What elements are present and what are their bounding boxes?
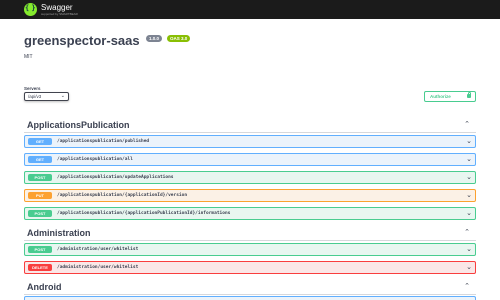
tag-header-applicationspublication[interactable]: ApplicationsPublication ⌃	[24, 118, 476, 133]
operation-path: /applicationspublication/updateApplicati…	[57, 175, 174, 180]
operation-row[interactable]: POST /applicationspublication/updateAppl…	[24, 171, 476, 184]
oas-badge: OAS 3.0	[167, 35, 191, 42]
chevron-down-icon: ⌄	[466, 210, 472, 217]
operation-path: /applicationspublication/published	[57, 139, 150, 144]
logo-subtitle: supported by SMARTBEAR	[41, 11, 78, 16]
chevron-up-icon: ⌃	[464, 283, 470, 290]
tag-section-android: Android ⌃	[24, 280, 476, 295]
chevron-down-icon: ⌄	[466, 138, 472, 145]
api-title: greenspector-saas	[24, 33, 140, 48]
version-badge: 1.0.0	[146, 35, 163, 42]
authorize-label: Authorize	[430, 94, 451, 99]
chevron-up-icon: ⌃	[464, 121, 470, 128]
method-badge: GET	[28, 138, 52, 145]
servers-label: Servers	[24, 86, 41, 91]
operation-row[interactable]: GET /applicationspublication/published ⌄	[24, 135, 476, 148]
method-badge: POST	[28, 210, 52, 217]
tag-section-applicationspublication: ApplicationsPublication ⌃	[24, 118, 476, 133]
operation-row[interactable]: DELETE /administration/user/whitelist ⌄	[24, 261, 476, 274]
operation-row[interactable]	[24, 296, 476, 300]
logo-name: Swagger	[41, 2, 73, 12]
swagger-logo-icon	[24, 3, 37, 16]
chevron-down-icon: ⌄	[466, 174, 472, 181]
tag-header-android[interactable]: Android ⌃	[24, 280, 476, 295]
chevron-down-icon: ⌄	[466, 246, 472, 253]
method-badge: POST	[28, 246, 52, 253]
operation-row[interactable]: POST /applicationspublication/{applicati…	[24, 207, 476, 220]
operation-path: /administration/user/whitelist	[57, 265, 139, 270]
topbar: Swagger supported by SMARTBEAR	[0, 0, 500, 19]
operation-row[interactable]: PUT /applicationspublication/{applicatio…	[24, 189, 476, 202]
authorize-button[interactable]: Authorize	[424, 91, 476, 102]
servers-select[interactable]: /api/v3 ⌄	[24, 92, 69, 101]
tag-header-administration[interactable]: Administration ⌃	[24, 226, 476, 241]
method-badge: PUT	[28, 192, 52, 199]
tag-name: Administration	[27, 228, 91, 238]
operation-path: /administration/user/whitelist	[57, 247, 139, 252]
swagger-logo[interactable]: Swagger supported by SMARTBEAR	[24, 3, 78, 16]
operation-path: /applicationspublication/{applicationPub…	[57, 211, 231, 216]
tag-section-administration: Administration ⌃	[24, 226, 476, 241]
tag-name: ApplicationsPublication	[27, 120, 130, 130]
chevron-down-icon: ⌄	[466, 156, 472, 163]
operation-path: /applicationspublication/all	[57, 157, 133, 162]
chevron-up-icon: ⌃	[464, 229, 470, 236]
method-badge: DELETE	[28, 264, 52, 271]
license-link[interactable]: MIT	[24, 54, 33, 60]
chevron-down-icon: ⌄	[466, 192, 472, 199]
tag-name: Android	[27, 282, 62, 292]
operation-path: /applicationspublication/{applicationId}…	[57, 193, 188, 198]
operation-row[interactable]: POST /administration/user/whitelist ⌄	[24, 243, 476, 256]
chevron-down-icon: ⌄	[466, 264, 472, 271]
lock-icon	[467, 92, 471, 98]
servers-selected-value: /api/v3	[28, 94, 42, 99]
chevron-down-icon: ⌄	[60, 93, 65, 99]
method-badge: GET	[28, 156, 52, 163]
method-badge: POST	[28, 174, 52, 181]
operation-row[interactable]: GET /applicationspublication/all ⌄	[24, 153, 476, 166]
